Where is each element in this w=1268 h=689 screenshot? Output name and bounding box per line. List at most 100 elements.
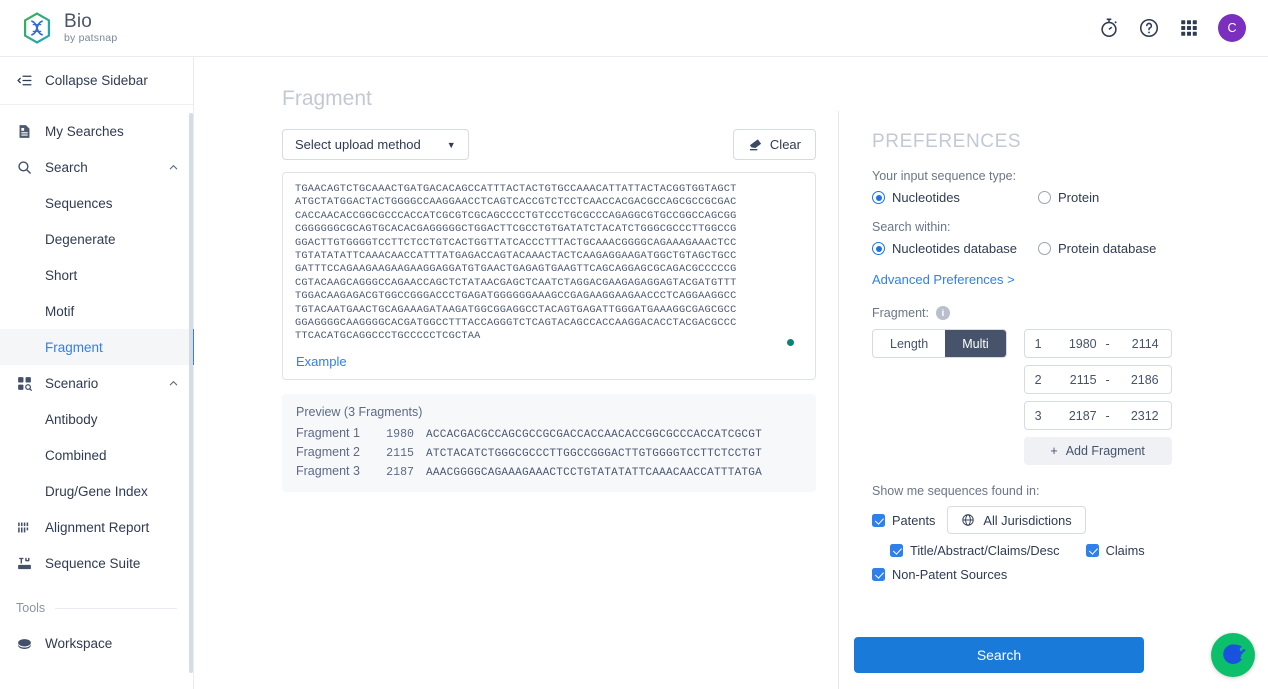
- radio-protein-database[interactable]: Protein database: [1038, 241, 1156, 256]
- sequence-textarea-box[interactable]: TGAACAGTCTGCAAACTGATGACACAGCCATTTACTACTG…: [282, 172, 816, 380]
- sidebar-tools-heading: Tools: [0, 591, 193, 625]
- search-icon: [18, 160, 31, 174]
- radio-protein[interactable]: Protein: [1038, 190, 1099, 205]
- sidebar-item-my-searches[interactable]: My Searches: [0, 113, 193, 149]
- radio-indicator: [872, 242, 885, 255]
- preview-fragment-sequence: ACCACGACGCCAGCGCCGCGACCACCAACACCGGCGCCCA…: [426, 428, 763, 441]
- sidebar-item-label: Alignment Report: [45, 519, 150, 535]
- preview-fragment-sequence: ATCTACATCTGGGCGCCCTTGGCCGGGACTTGTGGGGTCC…: [426, 447, 763, 460]
- fragment-mode-length[interactable]: Length: [873, 330, 945, 357]
- clear-button[interactable]: Clear: [732, 129, 816, 160]
- main-content: Fragment Select upload method ▼ Clear TG…: [194, 57, 1268, 689]
- sidebar-scrollbar[interactable]: [189, 113, 193, 673]
- timer-icon[interactable]: [1098, 17, 1120, 39]
- input-toolbar: Select upload method ▼ Clear: [282, 129, 816, 160]
- chevron-up-icon: [169, 380, 178, 385]
- divider: [55, 607, 177, 609]
- apps-grid-icon[interactable]: [1178, 17, 1200, 39]
- sidebar-item-combined[interactable]: Combined: [0, 437, 193, 473]
- brand-title: Bio: [64, 11, 93, 33]
- sidebar-group-search[interactable]: Search: [0, 149, 193, 185]
- checkbox-non-patent-sources[interactable]: Non-Patent Sources: [872, 567, 1007, 582]
- chat-bubble-icon: [1223, 644, 1246, 664]
- fragment-start-input[interactable]: 2187: [1057, 409, 1097, 423]
- sidebar-item-label: My Searches: [45, 123, 124, 139]
- sidebar-item-label: Sequences: [45, 195, 113, 211]
- fragment-range-row[interactable]: 1 1980 - 2114: [1023, 329, 1172, 358]
- preview-fragment-name: Fragment 3: [296, 463, 360, 478]
- checkbox-indicator: [872, 513, 885, 527]
- fragment-mode-multi[interactable]: Multi: [945, 330, 1006, 357]
- info-icon[interactable]: i: [935, 306, 950, 320]
- avatar-initial: C: [1227, 21, 1237, 35]
- radio-indicator: [872, 191, 885, 204]
- radio-nucleotides[interactable]: Nucleotides: [872, 190, 1038, 205]
- radio-label: Nucleotides database: [892, 241, 1018, 256]
- search-within-radios: Nucleotides database Protein database: [872, 241, 1268, 256]
- sidebar-item-label: Search: [45, 159, 88, 175]
- fragment-end-input[interactable]: 2186: [1119, 373, 1159, 387]
- sidebar-item-degenerate[interactable]: Degenerate: [0, 221, 193, 257]
- sidebar-item-sequence-suite[interactable]: Sequence Suite: [0, 545, 193, 581]
- search-button[interactable]: Search: [854, 637, 1144, 673]
- radio-label: Protein: [1058, 190, 1100, 205]
- add-fragment-button[interactable]: + Add Fragment: [1023, 437, 1172, 465]
- bio-hexagon-logo-icon: [23, 12, 51, 44]
- sidebar-item-label: Short: [45, 267, 78, 283]
- sidebar-item-drug-gene-index[interactable]: Drug/Gene Index: [0, 473, 193, 509]
- eraser-icon: [749, 139, 762, 151]
- radio-indicator: [1038, 242, 1051, 255]
- clear-label: Clear: [769, 137, 801, 152]
- chevron-down-icon: ▼: [446, 139, 456, 150]
- sidebar-item-fragment[interactable]: Fragment: [0, 329, 194, 365]
- checkbox-claims[interactable]: Claims: [1085, 543, 1145, 558]
- fragment-range-row[interactable]: 2 2115 - 2186: [1023, 365, 1172, 394]
- brand-text: Bio by patsnap: [64, 12, 117, 44]
- input-sequence-type-label: Your input sequence type:: [872, 169, 1017, 183]
- fragment-start-input[interactable]: 2115: [1057, 373, 1097, 387]
- sequence-input[interactable]: TGAACAGTCTGCAAACTGATGACACAGCCATTTACTACTG…: [295, 183, 805, 344]
- sidebar-item-label: Sequence Suite: [45, 555, 141, 571]
- fragment-start-input[interactable]: 1980: [1057, 337, 1097, 351]
- sidebar-item-alignment-report[interactable]: Alignment Report: [0, 509, 193, 545]
- fragment-section-header: Fragment: i: [872, 306, 1268, 320]
- sidebar-item-antibody[interactable]: Antibody: [0, 401, 193, 437]
- fragment-end-input[interactable]: 2312: [1119, 409, 1159, 423]
- collapse-sidebar-icon: [17, 75, 32, 86]
- checkbox-label: Non-Patent Sources: [892, 567, 1008, 582]
- brand-logo[interactable]: Bio by patsnap: [20, 11, 117, 45]
- sidebar-item-motif[interactable]: Motif: [0, 293, 193, 329]
- sequence-status-dot-icon: [787, 338, 794, 346]
- avatar[interactable]: C: [1218, 14, 1246, 42]
- page-title: Fragment: [282, 87, 372, 110]
- sidebar-item-short[interactable]: Short: [0, 257, 193, 293]
- radio-nucleotides-database[interactable]: Nucleotides database: [872, 241, 1038, 256]
- fragment-range-row[interactable]: 3 2187 - 2312: [1023, 401, 1172, 430]
- help-widget-button[interactable]: [1211, 633, 1255, 677]
- radio-indicator: [1038, 191, 1051, 204]
- sidebar-item-workspace[interactable]: Workspace: [0, 625, 193, 661]
- sidebar-item-sequences[interactable]: Sequences: [0, 185, 193, 221]
- advanced-preferences-link[interactable]: Advanced Preferences >: [872, 272, 1015, 287]
- fragment-dash: -: [1105, 372, 1110, 387]
- example-link[interactable]: Example: [296, 354, 347, 369]
- checkbox-indicator: [872, 568, 885, 581]
- preview-row: Fragment 1 1980 ACCACGACGCCAGCGCCGCGACCA…: [296, 426, 802, 441]
- jurisdictions-label: All Jurisdictions: [983, 512, 1072, 528]
- fragment-dash: -: [1105, 408, 1110, 423]
- header-icon-group: C: [1098, 14, 1246, 42]
- globe-icon: [962, 514, 975, 526]
- help-icon[interactable]: [1138, 17, 1160, 39]
- checkbox-title-abstract-claims-desc[interactable]: Title/Abstract/Claims/Desc: [890, 543, 1060, 558]
- checkbox-patents[interactable]: Patents: [872, 513, 935, 528]
- sidebar-item-label: Workspace: [45, 635, 113, 651]
- jurisdictions-button[interactable]: All Jurisdictions: [947, 506, 1086, 534]
- sidebar-group-scenario[interactable]: Scenario: [0, 365, 193, 401]
- upload-method-select[interactable]: Select upload method ▼: [282, 129, 469, 160]
- collapse-sidebar-button[interactable]: Collapse Sidebar: [0, 57, 193, 105]
- checkbox-label: Patents: [892, 512, 936, 528]
- fragment-label: Fragment:: [872, 306, 929, 320]
- patents-row: Patents All Jurisdictions: [872, 506, 1268, 534]
- sidebar-item-label: Fragment: [45, 339, 103, 355]
- fragment-end-input[interactable]: 2114: [1119, 337, 1159, 351]
